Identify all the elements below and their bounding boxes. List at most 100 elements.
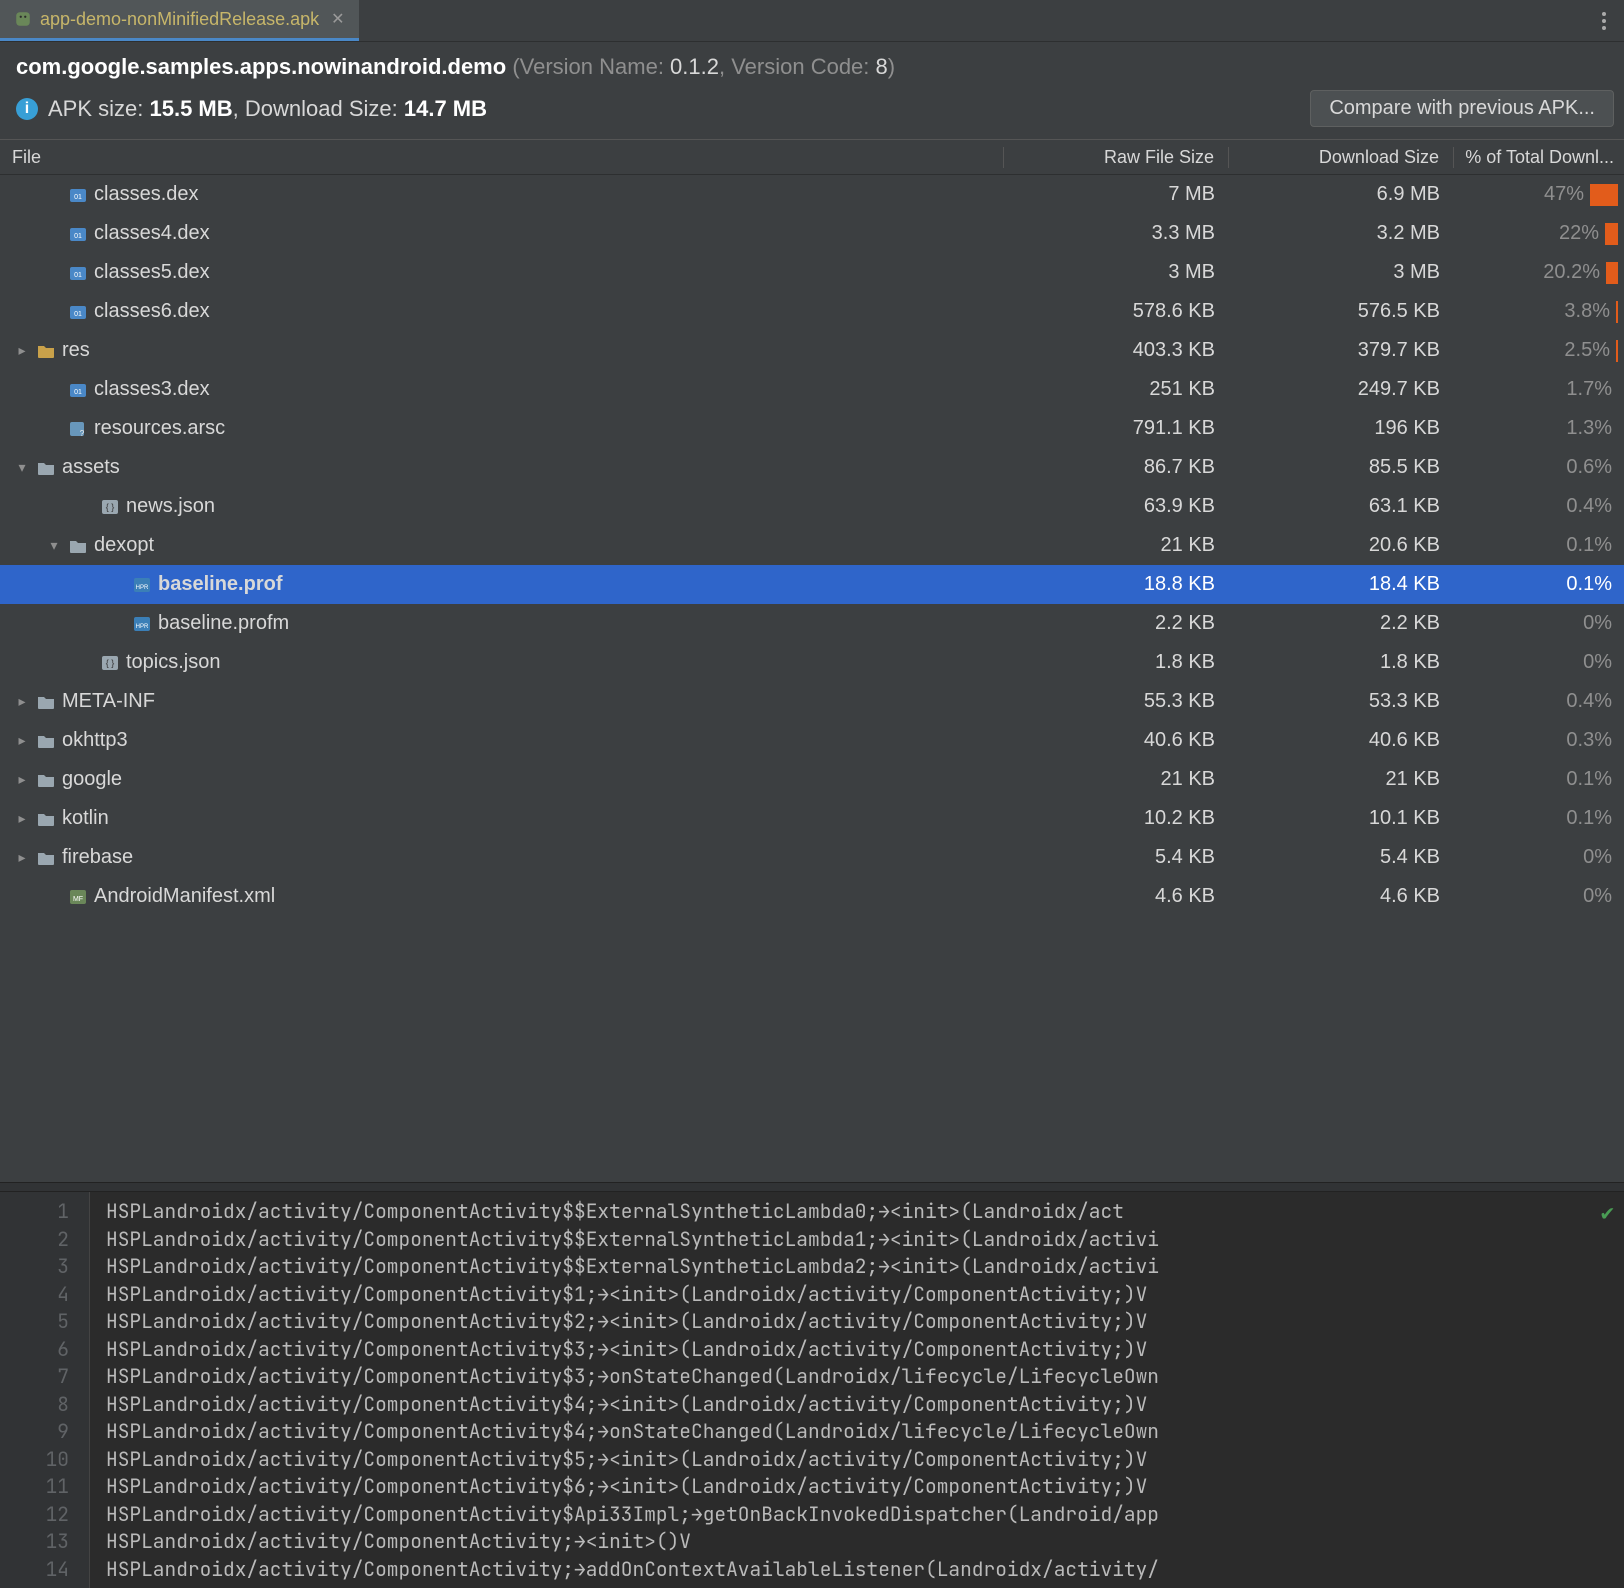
raw-size: 21 KB [1004, 534, 1229, 557]
tree-row[interactable]: HPRbaseline.prof18.8 KB18.4 KB0.1% [0, 565, 1624, 604]
file-name: classes3.dex [94, 378, 210, 401]
tree-row[interactable]: ▸google21 KB21 KB0.1% [0, 760, 1624, 799]
editor-tab-apk[interactable]: app-demo-nonMinifiedRelease.apk ✕ [0, 0, 359, 41]
code-line: HSPLandroidx/activity/ComponentActivity;… [106, 1528, 1624, 1556]
code-line: HSPLandroidx/activity/ComponentActivity$… [106, 1446, 1624, 1474]
code-content[interactable]: ✔ HSPLandroidx/activity/ComponentActivit… [90, 1192, 1624, 1588]
file-name: google [62, 768, 122, 791]
line-number: 12 [0, 1501, 69, 1529]
percent-bar [1590, 184, 1618, 206]
tree-row[interactable]: ?resources.arsc791.1 KB196 KB1.3% [0, 409, 1624, 448]
code-line: HSPLandroidx/activity/ComponentActivity$… [106, 1336, 1624, 1364]
folder-icon [36, 809, 56, 829]
dex-icon: 01 [68, 380, 88, 400]
download-size: 576.5 KB [1229, 300, 1454, 323]
file-name: assets [62, 456, 120, 479]
raw-size: 18.8 KB [1004, 573, 1229, 596]
tree-row[interactable]: ▸firebase5.4 KB5.4 KB0% [0, 838, 1624, 877]
file-name: firebase [62, 846, 133, 869]
file-name: classes5.dex [94, 261, 210, 284]
line-number: 14 [0, 1556, 69, 1584]
chevron-right-icon[interactable]: ▸ [14, 810, 30, 827]
line-number: 2 [0, 1226, 69, 1254]
folder-icon [36, 848, 56, 868]
line-number: 9 [0, 1418, 69, 1446]
raw-size: 578.6 KB [1004, 300, 1229, 323]
percent-value: 0.1% [1552, 573, 1612, 596]
download-size: 20.6 KB [1229, 534, 1454, 557]
chevron-right-icon[interactable]: ▸ [14, 732, 30, 749]
folder-icon [36, 692, 56, 712]
download-size: 21 KB [1229, 768, 1454, 791]
tree-row[interactable]: 01classes3.dex251 KB249.7 KB1.7% [0, 370, 1624, 409]
raw-size: 55.3 KB [1004, 690, 1229, 713]
tree-row[interactable]: 01classes.dex7 MB6.9 MB47% [0, 175, 1624, 214]
svg-text:{ }: { } [106, 658, 115, 668]
tree-row[interactable]: HPRbaseline.profm2.2 KB2.2 KB0% [0, 604, 1624, 643]
tree-row[interactable]: ▾dexopt21 KB20.6 KB0.1% [0, 526, 1624, 565]
column-header-percent[interactable]: % of Total Downl... [1454, 147, 1624, 168]
panel-divider[interactable] [0, 1182, 1624, 1192]
download-size: 249.7 KB [1229, 378, 1454, 401]
chevron-right-icon[interactable]: ▸ [14, 771, 30, 788]
download-size: 18.4 KB [1229, 573, 1454, 596]
download-size: 3 MB [1229, 261, 1454, 284]
svg-text:01: 01 [74, 311, 82, 318]
close-icon[interactable]: ✕ [331, 9, 344, 29]
raw-size: 40.6 KB [1004, 729, 1229, 752]
tree-row[interactable]: ▸kotlin10.2 KB10.1 KB0.1% [0, 799, 1624, 838]
tree-row[interactable]: ▾assets86.7 KB85.5 KB0.6% [0, 448, 1624, 487]
download-size: 1.8 KB [1229, 651, 1454, 674]
code-line: HSPLandroidx/activity/ComponentActivity$… [106, 1418, 1624, 1446]
chevron-right-icon[interactable]: ▸ [14, 342, 30, 359]
compare-apk-button[interactable]: Compare with previous APK... [1310, 90, 1614, 127]
arsc-icon: ? [68, 419, 88, 439]
tree-row[interactable]: 01classes5.dex3 MB3 MB20.2% [0, 253, 1624, 292]
download-size: 3.2 MB [1229, 222, 1454, 245]
svg-text:HPR: HPR [136, 585, 149, 591]
file-name: baseline.profm [158, 612, 289, 635]
download-size: 63.1 KB [1229, 495, 1454, 518]
tree-row[interactable]: ▸okhttp340.6 KB40.6 KB0.3% [0, 721, 1624, 760]
json-icon: { } [100, 653, 120, 673]
file-name: topics.json [126, 651, 221, 674]
download-size: 85.5 KB [1229, 456, 1454, 479]
percent-value: 0.1% [1552, 534, 1612, 557]
file-name: kotlin [62, 807, 109, 830]
percent-value: 3.8% [1550, 300, 1610, 323]
column-header-raw-size[interactable]: Raw File Size [1004, 147, 1229, 168]
file-tree[interactable]: 01classes.dex7 MB6.9 MB47%01classes4.dex… [0, 175, 1624, 1182]
code-line: HSPLandroidx/activity/ComponentActivity$… [106, 1501, 1624, 1529]
line-number: 10 [0, 1446, 69, 1474]
tab-overflow-menu[interactable] [1584, 0, 1624, 41]
chevron-right-icon[interactable]: ▸ [14, 849, 30, 866]
tree-row[interactable]: ▸META-INF55.3 KB53.3 KB0.4% [0, 682, 1624, 721]
tree-row[interactable]: 01classes4.dex3.3 MB3.2 MB22% [0, 214, 1624, 253]
download-size: 5.4 KB [1229, 846, 1454, 869]
percent-value: 20.2% [1540, 261, 1600, 284]
column-header-file[interactable]: File [0, 147, 1004, 168]
resdir-icon [36, 341, 56, 361]
code-line: HSPLandroidx/activity/ComponentActivity$… [106, 1473, 1624, 1501]
line-number: 1 [0, 1198, 69, 1226]
tree-row[interactable]: 01 classes6.dex 578.6 KB576.5 KB 3.8% [0, 292, 1624, 331]
package-info-row: com.google.samples.apps.nowinandroid.dem… [0, 42, 1624, 84]
code-line: HSPLandroidx/activity/ComponentActivity$… [106, 1253, 1624, 1281]
column-header-download-size[interactable]: Download Size [1229, 147, 1454, 168]
chevron-down-icon[interactable]: ▾ [14, 459, 30, 476]
tree-row[interactable]: ▸res403.3 KB379.7 KB2.5% [0, 331, 1624, 370]
svg-text:MF: MF [73, 896, 83, 903]
tree-row[interactable]: { }topics.json1.8 KB1.8 KB0% [0, 643, 1624, 682]
percent-value: 0% [1552, 651, 1612, 674]
chevron-down-icon[interactable]: ▾ [46, 537, 62, 554]
tree-row[interactable]: { }news.json63.9 KB63.1 KB0.4% [0, 487, 1624, 526]
download-size: 2.2 KB [1229, 612, 1454, 635]
apk-size-label: APK size: [48, 96, 149, 121]
json-icon: { } [100, 497, 120, 517]
file-name: classes6.dex [94, 300, 210, 323]
tree-row[interactable]: MFAndroidManifest.xml4.6 KB4.6 KB0% [0, 877, 1624, 916]
chevron-right-icon[interactable]: ▸ [14, 693, 30, 710]
editor-tab-title: app-demo-nonMinifiedRelease.apk [40, 9, 319, 30]
apk-size-value: 15.5 MB [149, 96, 232, 121]
line-number: 8 [0, 1391, 69, 1419]
